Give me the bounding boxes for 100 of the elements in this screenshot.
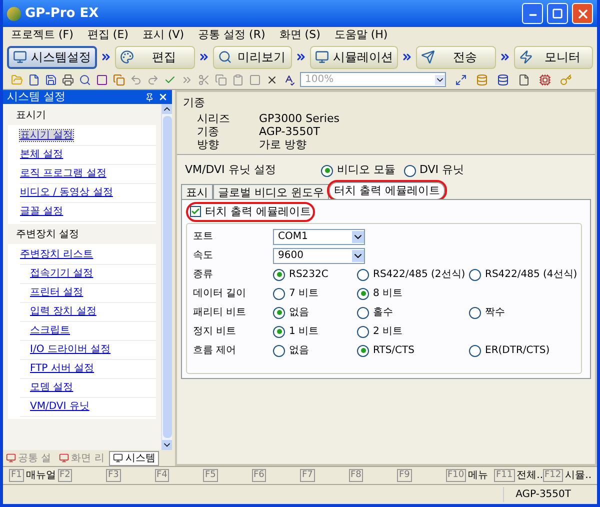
workflow-button[interactable]: 모니터 [514,46,593,68]
radio-button[interactable] [357,288,369,300]
sidebar-link[interactable]: FTP 서버 설정 [30,363,94,374]
menu-item[interactable]: 공통 설정 (R) [198,27,266,44]
dropdown[interactable]: 9600 [273,248,365,264]
function-key[interactable]: F11 [494,469,515,482]
radio-button[interactable] [469,306,481,318]
function-label: 매뉴얼 [26,469,56,483]
tab[interactable]: 표시 [181,184,213,198]
sidebar-link[interactable]: 모뎀 설정 [30,382,74,393]
radio-button[interactable] [357,326,369,338]
radio-button[interactable] [273,326,285,338]
radio-button[interactable] [321,164,333,176]
sidebar-link[interactable]: 스크립트 [30,325,70,336]
dropdown[interactable]: COM1 [273,228,365,244]
radio-button[interactable] [273,288,285,300]
setting-label: 종류 [193,268,214,282]
radio-button[interactable] [469,344,481,356]
scroll-up-icon[interactable] [162,104,172,114]
monitor-icon [6,453,16,463]
sidebar-link[interactable]: 입력 장치 설정 [30,306,96,317]
document-icon[interactable] [518,74,530,86]
close-icon [576,6,590,20]
scrollbar[interactable] [161,104,172,450]
info-label: 기종 [197,124,220,138]
workflow-button[interactable]: 시스템설정 [7,46,97,68]
workflow-button[interactable]: 전송 [416,46,496,68]
section-heading: 표시기 [15,109,47,123]
file-icon[interactable] [28,74,40,86]
maximize-button[interactable] [547,3,568,24]
function-key[interactable]: F4 [154,469,170,482]
maximize-icon [552,8,563,19]
radio-button[interactable] [357,268,369,280]
radio-button[interactable] [273,344,285,356]
app-icon [7,6,21,20]
function-key[interactable]: F3 [106,469,121,482]
workflow-button[interactable]: 미리보기 [212,46,292,68]
function-key[interactable]: F2 [58,469,72,482]
radio-button[interactable] [273,306,285,318]
save-icon[interactable] [45,74,57,86]
menu-item[interactable]: 프로젝트 (F) [11,27,74,44]
spellcheck-icon[interactable] [283,74,295,86]
function-key[interactable]: F8 [348,469,364,482]
sidebar-link[interactable]: 표시기 설정 [20,130,74,141]
chevrons-icon [401,51,413,63]
radio-button[interactable] [404,164,416,176]
radio-button[interactable] [273,268,285,280]
search-icon[interactable] [79,74,91,86]
function-key[interactable]: F12 [542,469,564,482]
close-button[interactable] [572,3,593,24]
workflow-button[interactable]: 편집 [115,46,194,68]
radio-label: RS422/485 (4선식) [485,268,578,282]
clipboard-icon[interactable] [232,74,244,86]
minimize-button[interactable] [522,3,543,24]
radio-label: 짝수 [485,306,505,320]
sidebar-link[interactable]: 본체 설정 [20,149,64,160]
close-icon[interactable] [158,92,168,102]
square-icon[interactable] [96,74,108,86]
function-key[interactable]: F1 [9,469,24,482]
monitor-icon [13,50,27,64]
sidebar-link[interactable]: 주변장치 리스트 [20,249,94,260]
sidebar-link[interactable]: 접속기기 설정 [30,268,94,279]
check-icon[interactable] [164,74,176,86]
radio-label: 홀수 [373,306,393,320]
radio-label: 없음 [289,344,309,358]
sidebar-link[interactable]: 비디오 / 동영상 설정 [20,187,113,198]
radio-button[interactable] [357,344,369,356]
setting-label: 포트 [193,230,214,244]
menu-item[interactable]: 도움말 (H) [334,27,388,44]
printer-icon[interactable] [62,74,74,86]
copy-icon[interactable] [113,74,125,86]
chip-icon[interactable] [539,74,551,86]
sidebar-link[interactable]: 글꼴 설정 [20,206,64,217]
function-key[interactable]: F10 [446,469,466,482]
database-icon[interactable] [497,74,509,86]
radio-label: RS422/485 (2선식) [373,268,466,282]
sidebar-link[interactable]: 로직 프로그램 설정 [20,168,106,179]
pin-icon[interactable] [145,92,154,102]
radio-button[interactable] [469,268,481,280]
function-key[interactable]: F9 [397,469,412,482]
function-key[interactable]: F7 [300,469,315,482]
panel-tab[interactable]: 시스템 [109,450,160,466]
menu-item[interactable]: 편집 (E) [87,27,128,44]
sidebar-link[interactable]: I/O 드라이버 설정 [30,344,111,355]
tab[interactable]: 터치 출력 에뮬레이트 [329,182,445,198]
monitor-icon [113,453,124,463]
menu-item[interactable]: 표시 (V) [142,27,184,44]
tab[interactable]: 글로벌 비디오 윈도우 [213,184,329,198]
radio-label: 8 비트 [373,287,403,301]
sidebar-link[interactable]: 프린터 설정 [30,287,84,298]
emulate-checkbox[interactable]: 터치 출력 에뮬레이트 [188,204,313,220]
workflow-button[interactable]: 시뮬레이션 [310,46,398,68]
sidebar-link[interactable]: VM/DVI 유닛 [30,401,90,412]
menu-item[interactable]: 화면 (S) [279,27,320,44]
radio-button[interactable] [357,306,369,318]
function-key[interactable]: F5 [203,469,218,482]
scroll-down-icon[interactable] [162,440,172,450]
close-icon[interactable] [266,74,278,86]
function-label: 전체.. [516,469,543,483]
function-key[interactable]: F6 [252,469,266,482]
